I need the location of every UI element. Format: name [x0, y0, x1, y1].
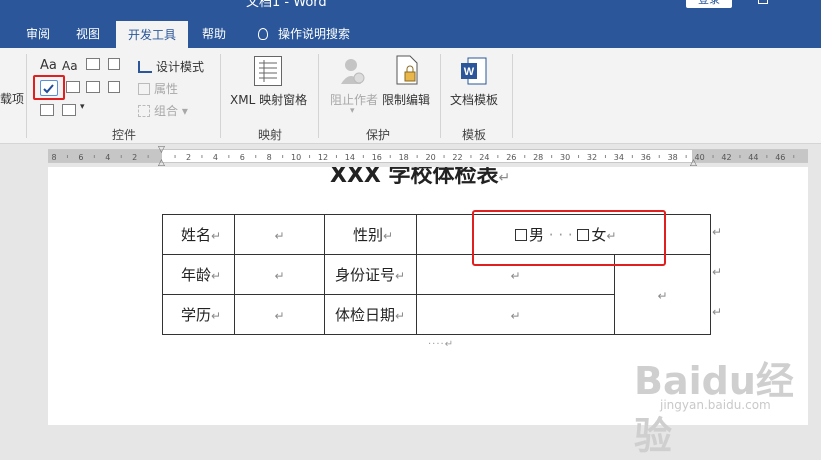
properties-button[interactable]: 属性	[138, 80, 178, 97]
first-line-indent-marker[interactable]: ▽	[158, 145, 165, 155]
ruler-tick-label: 30	[560, 153, 570, 162]
tab-search[interactable]: 操作说明搜索	[252, 20, 356, 48]
ruler-tick-label: 14	[345, 153, 355, 162]
login-button[interactable]: 登录	[686, 0, 732, 8]
properties-icon	[138, 83, 150, 95]
xml-mapping-icon	[254, 56, 282, 86]
separator	[26, 54, 27, 138]
cell-gender-label[interactable]: 性别↵	[324, 214, 417, 255]
lightbulb-icon	[258, 28, 268, 40]
ruler-tick-label: 16	[372, 153, 382, 162]
design-mode-button[interactable]: 设计模式	[138, 58, 204, 75]
group-button[interactable]: 组合 ▾	[138, 102, 188, 119]
ruler-tick-label: 8	[51, 153, 56, 162]
separator	[512, 54, 513, 138]
plain-text-control-icon[interactable]: Aa	[62, 59, 78, 73]
date-picker-icon[interactable]	[86, 81, 100, 93]
restrict-editing-icon	[394, 54, 420, 86]
ruler-tick-label: 2	[186, 153, 191, 162]
watermark-url: jingyan.baidu.com	[660, 398, 771, 412]
tab-review[interactable]: 审阅	[20, 20, 56, 48]
dropdown-list-icon[interactable]	[108, 81, 120, 93]
protect-group-label: 保护	[366, 128, 391, 142]
ruler-tick-label: 34	[614, 153, 624, 162]
controls-group-label: 控件	[112, 128, 137, 142]
ruler-tick-label: 4	[105, 153, 110, 162]
cell-exam-date-label[interactable]: 体检日期↵	[324, 294, 417, 335]
search-label: 操作说明搜索	[278, 27, 351, 41]
cell-education-value[interactable]: ↵	[234, 294, 325, 335]
title-bar: 文档1 - Word 登录	[0, 0, 821, 20]
highlight-gender-checkboxes	[472, 210, 666, 266]
xml-mapping-pane-button[interactable]: XML 映射窗格	[230, 91, 307, 108]
cell-education-label[interactable]: 学历↵	[162, 294, 235, 335]
ruler-tick-label: 6	[78, 153, 83, 162]
watermark: Baidu经验 jingyan.baidu.com	[620, 340, 820, 458]
ribbon: 载项 Aa Aa ▾ 设计模式 属性 组合 ▾ 控件 XML 映射窗格 映射 阻…	[0, 48, 821, 144]
ribbon-tabs: 审阅 视图 开发工具 帮助 操作说明搜索	[0, 20, 821, 48]
templates-group-label: 模板	[462, 128, 487, 142]
cell-exam-date-value[interactable]: ↵	[416, 294, 615, 335]
cell-age-value[interactable]: ↵	[234, 254, 325, 295]
tab-help[interactable]: 帮助	[196, 20, 232, 48]
ruler-tick-label: 32	[587, 153, 597, 162]
paragraph-mark: ····↵	[428, 339, 455, 350]
ruler-tick-label: 22	[452, 153, 462, 162]
svg-text:W: W	[464, 66, 475, 78]
design-mode-icon	[138, 61, 152, 73]
ruler-tick-label: 44	[748, 153, 758, 162]
word-template-icon: W	[460, 56, 488, 86]
window-title: 文档1 - Word	[246, 0, 327, 10]
restrict-editing-button[interactable]: 限制编辑	[382, 91, 430, 108]
ruler-tick-label: 12	[318, 153, 328, 162]
chevron-down-icon[interactable]: ▾	[350, 106, 355, 116]
ruler-tick-label: 6	[240, 153, 245, 162]
ruler-tick-label: 8	[267, 153, 272, 162]
chevron-down-icon[interactable]: ▾	[80, 102, 85, 112]
separator	[318, 54, 319, 138]
building-block-icon[interactable]	[108, 58, 120, 70]
repeating-section-icon[interactable]	[40, 104, 54, 116]
ruler-tick-label: 24	[479, 153, 489, 162]
separator	[220, 54, 221, 138]
row-end-mark: ↵	[712, 305, 723, 319]
ruler-tick-label: 4	[213, 153, 218, 162]
mapping-group-label: 映射	[258, 128, 283, 142]
block-authors-icon	[338, 56, 366, 86]
rich-text-control-icon[interactable]: Aa	[40, 58, 57, 73]
group-icon	[138, 105, 150, 117]
ruler-tick-label: 26	[506, 153, 516, 162]
picture-control-icon[interactable]	[86, 58, 100, 70]
restore-icon[interactable]	[758, 0, 768, 4]
ruler-tick-label: 36	[641, 153, 651, 162]
ruler-tick-label: 18	[399, 153, 409, 162]
addins-label[interactable]: 载项	[0, 90, 24, 107]
row-end-mark: ↵	[712, 225, 723, 239]
tab-view[interactable]: 视图	[70, 20, 106, 48]
ruler-tick-label: 42	[721, 153, 731, 162]
cell-name-label[interactable]: 姓名↵	[162, 214, 235, 255]
cell-name-value[interactable]: ↵	[234, 214, 325, 255]
ruler-tick-label: 10	[291, 153, 301, 162]
ruler-tick-label: 2	[132, 153, 137, 162]
row-end-mark: ↵	[712, 265, 723, 279]
ruler-tick-label: 28	[533, 153, 543, 162]
document-title[interactable]: XXX 学校体检表↵	[330, 167, 510, 189]
document-template-button[interactable]: 文档模板	[450, 91, 498, 108]
cell-age-label[interactable]: 年龄↵	[162, 254, 235, 295]
highlight-checkbox-control	[33, 75, 65, 100]
ruler-tick-label: 20	[426, 153, 436, 162]
cell-photo[interactable]: ↵	[614, 254, 711, 335]
ruler-tick-label: 46	[775, 153, 785, 162]
cell-id-label[interactable]: 身份证号↵	[324, 254, 417, 295]
separator	[440, 54, 441, 138]
legacy-tools-icon[interactable]	[62, 104, 76, 116]
tab-developer[interactable]: 开发工具	[116, 21, 188, 48]
combo-box-icon[interactable]	[66, 81, 80, 93]
ruler-tick-label: 38	[668, 153, 678, 162]
